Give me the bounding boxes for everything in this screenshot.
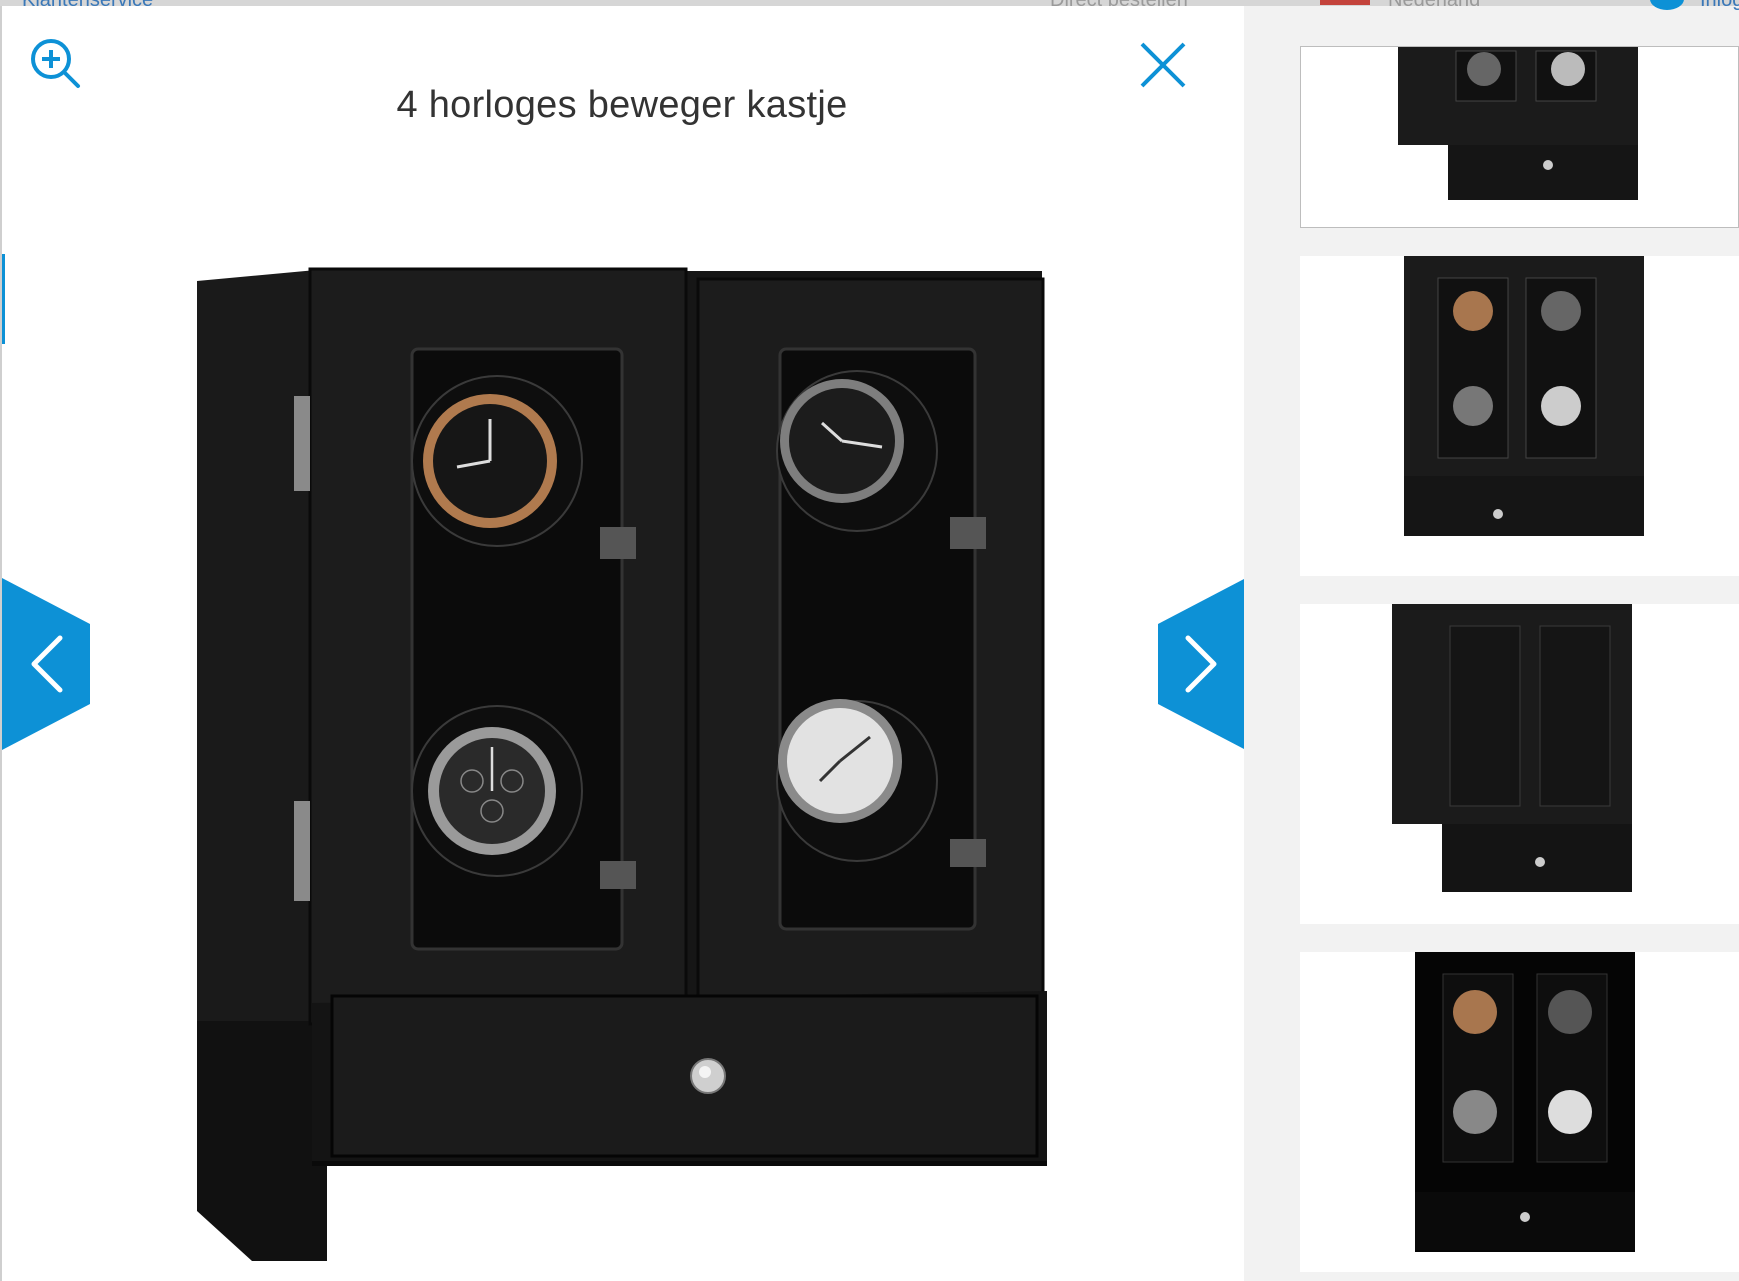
previous-image-button[interactable] <box>2 578 92 750</box>
thumbnail-4[interactable] <box>1300 952 1739 1272</box>
product-image <box>192 261 1052 1271</box>
thumbnail-list <box>1300 0 1739 1281</box>
image-title: 4 horloges beweger kastje <box>396 84 848 126</box>
close-button[interactable] <box>1134 36 1192 94</box>
left-accent-bar <box>2 254 5 344</box>
thumbnail-3[interactable] <box>1300 604 1739 924</box>
image-viewer: 4 horloges beweger kastje <box>0 6 1244 1281</box>
zoom-in-icon <box>31 39 80 88</box>
next-image-button[interactable] <box>1156 578 1244 750</box>
zoom-button[interactable] <box>28 36 84 92</box>
thumbnail-1[interactable] <box>1300 46 1739 228</box>
thumbnail-2[interactable] <box>1300 256 1739 576</box>
close-icon <box>1140 42 1186 88</box>
